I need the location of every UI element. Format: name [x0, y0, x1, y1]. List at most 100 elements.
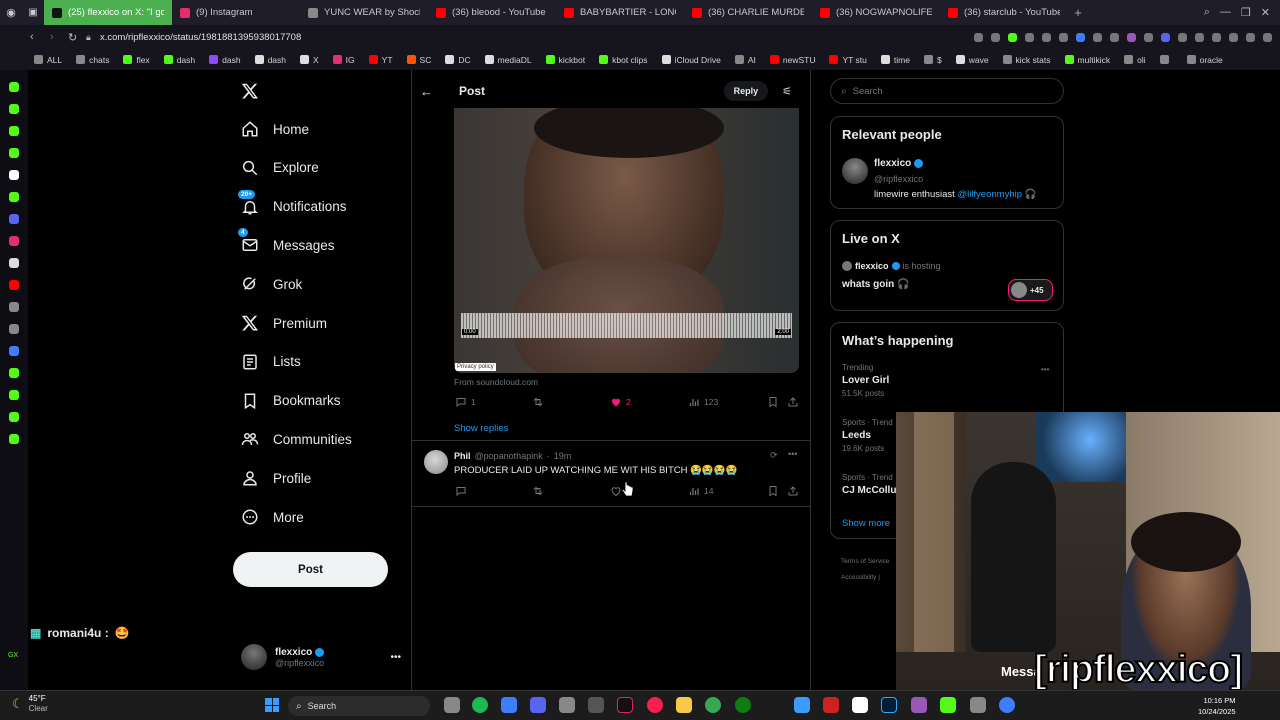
live-topic[interactable]: whats goin 🎧	[842, 279, 909, 290]
capcut-icon[interactable]	[852, 697, 868, 713]
bookmark-item[interactable]: dash	[209, 55, 241, 65]
reply-time[interactable]: 19m	[554, 451, 572, 461]
show-more-link[interactable]: Show more	[842, 518, 890, 529]
menu-icon[interactable]	[1263, 32, 1272, 42]
site-info-icon[interactable]: 🔒︎	[86, 32, 100, 43]
search-input[interactable]	[852, 85, 1033, 97]
terms-link[interactable]: Terms of Service	[841, 554, 889, 570]
browser-tab[interactable]: (36) bleood - YouTube	[428, 0, 556, 25]
more-options-icon[interactable]: •••	[788, 449, 797, 459]
app-icon[interactable]	[911, 697, 927, 713]
avatar[interactable]	[842, 158, 868, 184]
spotify-icon[interactable]	[472, 697, 488, 713]
taskbar-search[interactable]: ⌕ Search	[288, 696, 430, 716]
bio-link[interactable]: @lilfyeonmyhip	[957, 189, 1022, 200]
person-name[interactable]: flexxico	[874, 158, 911, 169]
extension-icon[interactable]	[1127, 32, 1136, 42]
extension-icon[interactable]	[974, 32, 983, 42]
twitch-icon[interactable]	[9, 126, 19, 136]
app-icon[interactable]	[823, 697, 839, 713]
extension-icon[interactable]	[1144, 32, 1153, 42]
discord-icon[interactable]	[9, 214, 19, 224]
live-host[interactable]: flexxico	[855, 261, 889, 271]
browser-tab[interactable]: (36) CHARLIE MURDER -	[684, 0, 812, 25]
bookmark-item[interactable]: IG	[332, 55, 355, 65]
trend-item[interactable]: Trending Lover Girl 51.5K posts	[842, 363, 889, 398]
history-icon[interactable]	[9, 82, 19, 92]
bookmark-item[interactable]: mediaDL	[484, 55, 532, 65]
extension-icon[interactable]	[1229, 32, 1238, 42]
grok-icon[interactable]: ⟳	[770, 450, 778, 461]
account-switcher[interactable]: flexxico @ripflexxico •••	[241, 644, 401, 670]
bookmark-item[interactable]: chats	[76, 55, 109, 65]
extension-icon[interactable]	[1195, 32, 1204, 42]
browser-tab[interactable]: (9) Instagram	[172, 0, 300, 25]
reload-button[interactable]: ↻	[68, 31, 86, 44]
post-button[interactable]: Post	[233, 552, 388, 587]
nav-item-messages[interactable]: 4 Messages	[238, 228, 335, 254]
xbox-icon[interactable]	[735, 697, 751, 713]
browser-tab[interactable]: (25) flexxico on X: "I got	[44, 0, 172, 25]
opera-gx-menu-icon[interactable]: ◉	[0, 6, 22, 19]
youtube-icon[interactable]	[9, 280, 19, 290]
soundcloud-embed[interactable]: 0:00 2:00 Privacy policy	[454, 108, 799, 373]
bookmark-item[interactable]: ALL	[34, 55, 62, 65]
bookmark-item[interactable]: kickbot	[545, 55, 585, 65]
download-icon[interactable]	[1246, 32, 1255, 42]
nav-item-bookmarks[interactable]: Bookmarks	[241, 392, 341, 410]
live-listeners[interactable]: +45	[1008, 279, 1053, 301]
tiktok-icon[interactable]	[617, 697, 633, 713]
views-action[interactable]: 123	[688, 396, 718, 408]
app-icon[interactable]	[501, 697, 517, 713]
search-tabs-icon[interactable]: ⌕	[1204, 6, 1210, 19]
chatgpt-icon[interactable]	[588, 697, 604, 713]
clock[interactable]: 10:16 PM 10/24/2025	[1198, 695, 1236, 717]
nav-item-premium[interactable]: Premium	[241, 314, 327, 332]
app-icon[interactable]	[970, 697, 986, 713]
back-button[interactable]: ‹	[30, 31, 50, 43]
close-window-button[interactable]: ✕	[1261, 6, 1270, 19]
accessibility-link[interactable]: Accessibility	[841, 574, 876, 581]
show-replies-link[interactable]: Show replies	[454, 423, 508, 434]
more-options-icon[interactable]: •••	[1041, 365, 1049, 374]
bookmark-item[interactable]: oli	[1124, 55, 1146, 65]
x-sidebar-icon[interactable]	[9, 258, 19, 268]
minimize-button[interactable]: —	[1220, 6, 1231, 19]
extension-icon[interactable]	[1093, 32, 1102, 42]
forward-button[interactable]: ›	[50, 31, 68, 43]
app-icon[interactable]	[940, 697, 956, 713]
more-dots-icon[interactable]: •••	[390, 652, 401, 663]
browser-tab[interactable]: YUNC WEAR by Shockak	[300, 0, 428, 25]
reply-author-name[interactable]: Phil	[454, 451, 471, 461]
reply-avatar[interactable]	[424, 450, 448, 474]
tabs-icon[interactable]: ▣	[22, 7, 44, 18]
extension-icon[interactable]	[1025, 32, 1034, 42]
reply-button[interactable]: Reply	[723, 81, 769, 101]
extension-icon[interactable]	[1059, 32, 1068, 42]
extension-icon[interactable]	[1110, 32, 1119, 42]
like-action[interactable]: 2	[610, 396, 631, 408]
browser-tab[interactable]: BABYBARTIER - LONG TI	[556, 0, 684, 25]
x-logo-icon[interactable]	[241, 82, 259, 100]
person-handle[interactable]: @ripflexxico	[874, 174, 923, 184]
bookmark-item[interactable]: $	[923, 55, 942, 65]
instagram-icon[interactable]	[9, 236, 19, 246]
app-icon[interactable]	[559, 697, 575, 713]
extension-icon[interactable]	[9, 302, 19, 312]
app-icon[interactable]	[999, 697, 1015, 713]
kick-icon[interactable]	[9, 148, 19, 158]
extension-icon[interactable]	[9, 346, 19, 356]
nav-item-explore[interactable]: Explore	[241, 159, 319, 177]
chrome-icon[interactable]	[705, 697, 721, 713]
bookmark-action[interactable]	[767, 396, 779, 408]
reply-action[interactable]	[455, 485, 467, 497]
bookmark-item[interactable]: AI	[734, 55, 756, 65]
settings-icon[interactable]	[9, 434, 19, 444]
cube-icon[interactable]	[9, 412, 19, 422]
url-field[interactable]: x.com/ripflexxico/status/198188139593801…	[100, 32, 301, 43]
nav-item-home[interactable]: Home	[241, 120, 309, 138]
reply-author-handle[interactable]: @popanothapink	[475, 451, 543, 461]
search-box[interactable]: ⌕	[830, 78, 1064, 104]
browser-tab[interactable]: (36) NOGWAPNOLIFE - Y	[812, 0, 940, 25]
extension-icon[interactable]	[1161, 32, 1170, 42]
